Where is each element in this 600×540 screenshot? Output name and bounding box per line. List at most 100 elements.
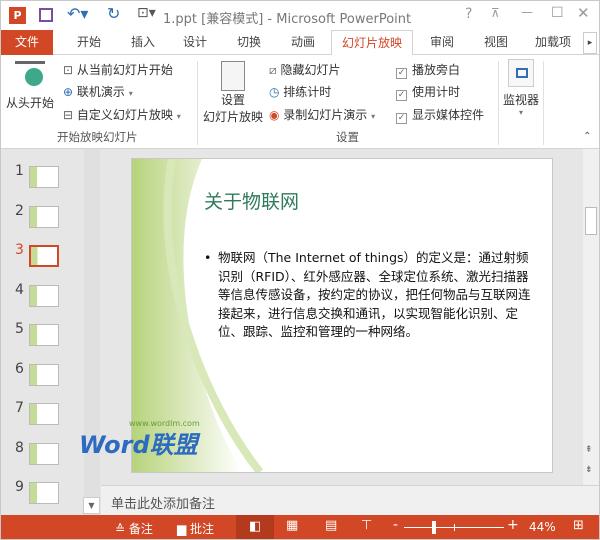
undo-icon[interactable]: ↶▾ — [67, 4, 88, 23]
minimize-button[interactable]: — — [521, 5, 533, 19]
maximize-button[interactable]: ☐ — [551, 5, 564, 21]
scrollbar-thumb[interactable] — [585, 207, 597, 235]
next-slide-button[interactable]: ⇟ — [585, 465, 593, 475]
zoom-slider[interactable] — [404, 521, 504, 534]
checkbox-icon: ✓ — [396, 90, 407, 101]
notes-pane[interactable]: 单击此处添加备注 — [101, 485, 599, 516]
tab-file[interactable]: 文件 — [1, 30, 53, 55]
slide-thumbnail[interactable] — [29, 442, 59, 465]
checkbox-icon: ✓ — [396, 113, 407, 124]
setup-slideshow-button[interactable]: 设置 幻灯片放映 — [201, 61, 265, 125]
ribbon-display-button[interactable]: ⊼ — [491, 6, 500, 20]
tabs-scroll-right[interactable]: ▸ — [583, 32, 597, 54]
tab-transitions[interactable]: 切换 — [223, 30, 275, 55]
thumbnail-number: 1 — [15, 163, 24, 179]
tab-design[interactable]: 设计 — [171, 30, 219, 55]
timer-icon: ◷ — [269, 85, 284, 99]
slide-thumbnail[interactable] — [29, 166, 59, 188]
save-icon[interactable] — [39, 8, 53, 22]
custom-slideshow-button[interactable]: ⊟ 自定义幻灯片放映 ▾ — [63, 106, 181, 123]
normal-view-icon: ◧ — [249, 519, 262, 534]
thumbnail-number: 5 — [15, 321, 24, 337]
record-icon: ◉ — [269, 108, 284, 122]
reading-view-button[interactable]: ▤ — [325, 518, 337, 533]
slide-bullet[interactable]: • 物联网（The Internet of things）的定义是：通过射频识别（… — [204, 249, 534, 342]
status-bar: ≙ 备注 ▆ 批注 ◧ ▦ ▤ ⊤ - + 44% ⊞ — [1, 515, 599, 539]
watermark-logo: Word联盟 — [79, 431, 198, 459]
monitor-icon — [508, 59, 534, 87]
group-label-setup: 设置 — [336, 130, 359, 144]
tab-view[interactable]: 视图 — [471, 30, 521, 55]
slideshow-qat-icon[interactable]: ⊡▾ — [137, 5, 156, 21]
scroll-down-button[interactable]: ▼ — [83, 497, 100, 514]
zoom-in-button[interactable]: + — [507, 517, 519, 533]
vertical-scrollbar[interactable]: ⇞ ⇟ — [583, 149, 599, 485]
check-timings[interactable]: ✓ 使用计时 — [396, 83, 460, 101]
thumbnail-number: 2 — [15, 202, 24, 219]
title-bar: P ↶▾ ↻ ⊡▾ 1.ppt [兼容模式] - Microsoft Power… — [1, 1, 599, 30]
projector-icon: ⊤ — [361, 518, 373, 533]
slide-thumbnail[interactable] — [29, 245, 59, 267]
check-media-controls[interactable]: ✓ 显示媒体控件 — [396, 106, 484, 124]
slide-thumbnail[interactable] — [29, 363, 59, 386]
play-slideshow-icon — [15, 61, 45, 87]
hide-slide-button[interactable]: ⧄ 隐藏幻灯片 — [269, 61, 340, 78]
notes-button[interactable]: ≙ 备注 — [115, 520, 153, 537]
from-beginning-button[interactable]: 从头开始 — [5, 61, 55, 111]
record-slideshow-button[interactable]: ◉ 录制幻灯片演示 ▾ — [269, 106, 375, 123]
checkbox-icon: ✓ — [396, 68, 407, 79]
thumbnail-number: 4 — [15, 281, 24, 298]
book-icon: ▤ — [325, 518, 338, 533]
slide-thumbnail[interactable] — [29, 482, 59, 504]
hide-slide-icon: ⧄ — [269, 63, 281, 77]
tab-slideshow[interactable]: 幻灯片放映 — [331, 30, 413, 56]
slide-icon: ⊡ — [63, 63, 77, 77]
tab-addins[interactable]: 加载项 — [527, 30, 579, 55]
slide-title[interactable]: 关于物联网 — [204, 187, 299, 214]
slide-thumbnail[interactable] — [29, 284, 59, 307]
slide-thumbnail[interactable] — [29, 205, 59, 228]
thumbnail-number: 7 — [15, 400, 24, 416]
ribbon: 从头开始 ⊡ 从当前幻灯片开始 ⊕ 联机演示 ▾ ⊟ 自定义幻灯片放映 ▾ 开始… — [1, 55, 599, 149]
group-label-start: 开始放映幻灯片 — [57, 130, 138, 144]
powerpoint-logo-icon: P — [9, 7, 26, 24]
workspace: 1 2 3 4 5 6 7 8 9 ▼ 关于物联网 • 物联网（The Internet of t… — [1, 149, 599, 516]
tab-animations[interactable]: 动画 — [279, 30, 327, 55]
thumbnail-number: 9 — [15, 479, 24, 495]
tab-home[interactable]: 开始 — [65, 30, 113, 55]
tab-review[interactable]: 审阅 — [417, 30, 467, 55]
custom-show-icon: ⊟ — [63, 108, 77, 122]
thumbnail-number: 6 — [15, 360, 24, 377]
slide-sorter-button[interactable]: ▦ — [286, 518, 298, 533]
present-online-button[interactable]: ⊕ 联机演示 ▾ — [63, 83, 133, 100]
globe-icon: ⊕ — [63, 85, 77, 99]
comments-button[interactable]: ▆ 批注 — [177, 520, 214, 537]
close-button[interactable]: ✕ — [577, 4, 590, 22]
grid-icon: ▦ — [286, 518, 299, 533]
tab-insert[interactable]: 插入 — [119, 30, 167, 55]
rehearse-timings-button[interactable]: ◷ 排练计时 — [269, 83, 331, 100]
from-current-button[interactable]: ⊡ 从当前幻灯片开始 — [63, 61, 173, 78]
slide-thumbnail[interactable] — [29, 403, 59, 425]
thumbnail-number: 3 — [15, 242, 24, 258]
redo-icon[interactable]: ↻ — [107, 4, 120, 23]
ribbon-tabs: 文件 开始 插入 设计 切换 动画 幻灯片放映 审阅 视图 加载项 ▸ — [1, 30, 599, 56]
comment-icon: ▆ — [177, 522, 191, 536]
fit-to-window-button[interactable]: ⊞ — [573, 518, 584, 533]
fit-icon: ⊞ — [573, 518, 584, 533]
window-title: 1.ppt [兼容模式] - Microsoft PowerPoint — [163, 12, 412, 27]
slide-thumbnail[interactable] — [29, 324, 59, 346]
zoom-level[interactable]: 44% — [529, 520, 556, 534]
zoom-out-button[interactable]: - — [393, 517, 398, 533]
monitors-button[interactable]: 监视器 ▾ — [501, 59, 541, 117]
prev-slide-button[interactable]: ⇞ — [585, 445, 593, 455]
zoom-slider-thumb[interactable] — [432, 521, 436, 534]
thumbnail-pane: 1 2 3 4 5 6 7 8 9 ▼ — [1, 149, 101, 516]
collapse-ribbon-icon[interactable]: ⌃ — [583, 131, 591, 142]
normal-view-button[interactable]: ◧ — [236, 515, 274, 539]
thumbnail-scrollbar[interactable] — [84, 149, 100, 516]
check-narrations[interactable]: ✓ 播放旁白 — [396, 61, 460, 79]
help-button[interactable]: ? — [465, 6, 472, 22]
notes-icon: ≙ — [115, 522, 129, 536]
slideshow-view-button[interactable]: ⊤ — [361, 518, 372, 533]
